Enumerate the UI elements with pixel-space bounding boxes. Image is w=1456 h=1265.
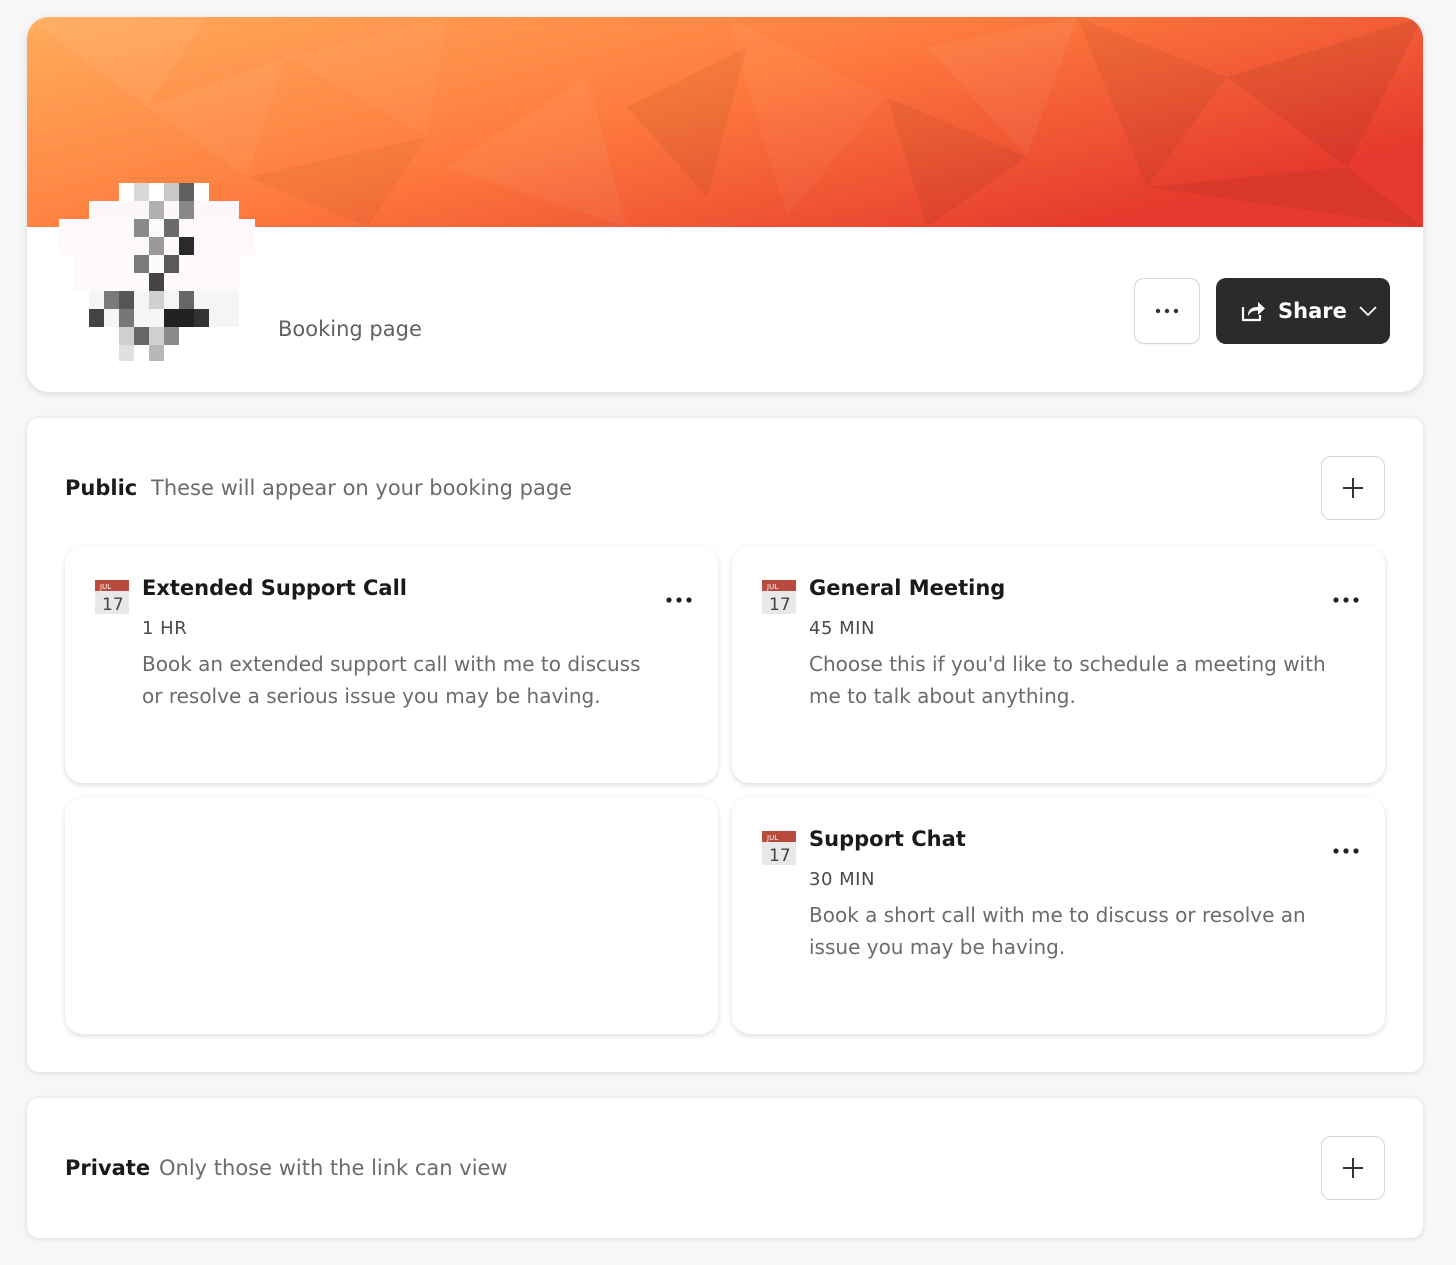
- page-subtitle: Booking page: [278, 317, 422, 341]
- calendar-icon: JUL 17: [762, 580, 796, 614]
- calendar-icon-day: 17: [769, 595, 791, 614]
- event-duration: 45 MIN: [809, 618, 875, 639]
- add-public-event-button[interactable]: [1321, 456, 1385, 520]
- add-private-event-button[interactable]: [1321, 1136, 1385, 1200]
- chevron-down-icon: [1359, 306, 1377, 316]
- public-section-title: Public: [65, 476, 138, 500]
- private-section-description: Only those with the link can view: [159, 1156, 508, 1180]
- event-card-support-chat[interactable]: JUL 17 Support Chat 30 MIN Book a short …: [732, 797, 1385, 1034]
- public-section-description: These will appear on your booking page: [151, 476, 573, 500]
- more-horizontal-icon: [1155, 308, 1179, 314]
- calendar-icon-day: 17: [102, 595, 124, 614]
- share-icon: [1241, 302, 1265, 322]
- event-title: General Meeting: [809, 576, 1006, 600]
- calendar-icon-month: JUL: [766, 583, 778, 591]
- event-description: Choose this if you'd like to schedule a …: [809, 652, 1326, 708]
- share-button-label: Share: [1278, 299, 1347, 323]
- more-horizontal-icon[interactable]: [665, 594, 693, 606]
- event-card-general-meeting[interactable]: JUL 17 General Meeting 45 MIN Choose thi…: [732, 546, 1385, 783]
- event-duration: 30 MIN: [809, 869, 875, 890]
- event-description: Book an extended support call with me to…: [142, 652, 641, 708]
- event-card-empty: [65, 797, 718, 1034]
- calendar-icon: JUL 17: [95, 580, 129, 614]
- event-duration: 1 HR: [142, 618, 188, 639]
- more-horizontal-icon[interactable]: [1332, 594, 1360, 606]
- event-title: Extended Support Call: [142, 576, 407, 600]
- calendar-icon-month: JUL: [766, 834, 778, 842]
- private-section-title: Private: [65, 1156, 151, 1180]
- event-card-extended-support-call[interactable]: JUL 17 Extended Support Call 1 HR Book a…: [65, 546, 718, 783]
- public-section: Public These will appear on your booking…: [27, 418, 1423, 1072]
- plus-icon: [1343, 478, 1363, 498]
- calendar-icon: JUL 17: [762, 831, 796, 865]
- calendar-icon-day: 17: [769, 846, 791, 865]
- event-title: Support Chat: [809, 827, 966, 851]
- booking-header-card: Booking page Share: [27, 17, 1423, 392]
- profile-avatar[interactable]: [59, 183, 255, 379]
- more-horizontal-icon[interactable]: [1332, 845, 1360, 857]
- private-section: Private Only those with the link can vie…: [27, 1098, 1423, 1238]
- event-description: Book a short call with me to discuss or …: [809, 903, 1306, 959]
- calendar-icon-month: JUL: [99, 583, 111, 591]
- page-more-button[interactable]: [1134, 278, 1200, 344]
- plus-icon: [1343, 1158, 1363, 1178]
- share-button[interactable]: Share: [1216, 278, 1390, 344]
